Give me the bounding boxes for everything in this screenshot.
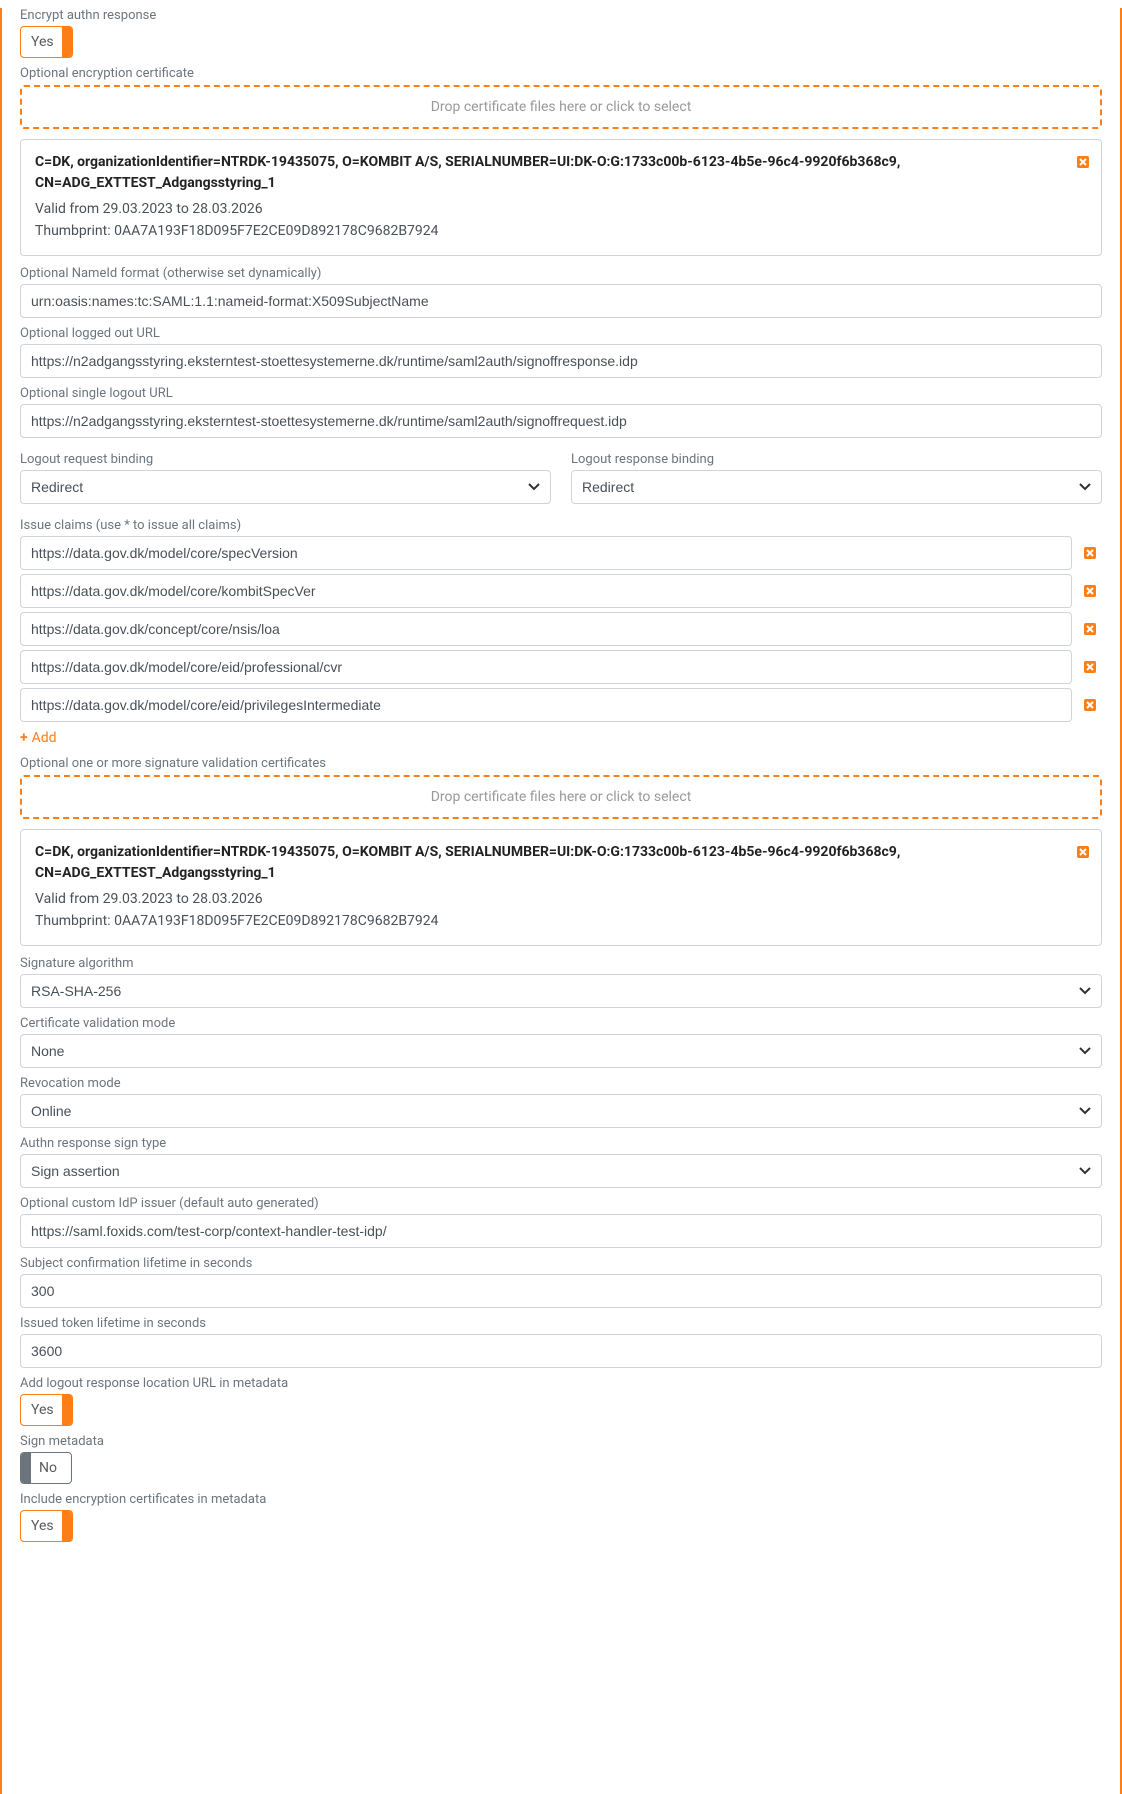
- remove-cert-icon[interactable]: [1075, 844, 1091, 860]
- toggle-value: No: [39, 1460, 57, 1476]
- toggle-value: Yes: [31, 34, 54, 50]
- custom-issuer-label: Optional custom IdP issuer (default auto…: [20, 1196, 1102, 1211]
- sign-metadata-label: Sign metadata: [20, 1434, 1102, 1449]
- remove-claim-icon[interactable]: [1082, 621, 1102, 637]
- logout-request-binding-select[interactable]: Redirect: [20, 470, 551, 504]
- claim-row: [20, 612, 1102, 646]
- toggle-knob: [62, 27, 72, 57]
- remove-claim-icon[interactable]: [1082, 659, 1102, 675]
- sig-cert-card: C=DK, organizationIdentifier=NTRDK-19435…: [20, 829, 1102, 946]
- cert-thumbprint: Thumbprint: 0AA7A193F18D095F7E2CE09D8921…: [35, 220, 1087, 242]
- claims-label: Issue claims (use * to issue all claims): [20, 518, 1102, 533]
- toggle-value: Yes: [31, 1518, 54, 1534]
- sig-algo-select[interactable]: RSA-SHA-256: [20, 974, 1102, 1008]
- claim-row: [20, 688, 1102, 722]
- logout-response-binding-label: Logout response binding: [571, 452, 1102, 467]
- logged-out-url-label: Optional logged out URL: [20, 326, 1102, 341]
- nameid-input[interactable]: [20, 284, 1102, 318]
- single-logout-url-label: Optional single logout URL: [20, 386, 1102, 401]
- claim-input[interactable]: [20, 612, 1072, 646]
- subject-lifetime-input[interactable]: [20, 1274, 1102, 1308]
- add-claim-button[interactable]: Add: [20, 730, 57, 746]
- encrypt-authn-label: Encrypt authn response: [20, 8, 1102, 23]
- claim-input[interactable]: [20, 688, 1072, 722]
- cert-validity: Valid from 29.03.2023 to 28.03.2026: [35, 198, 1087, 220]
- authn-sign-type-select[interactable]: Sign assertion: [20, 1154, 1102, 1188]
- cert-validation-select[interactable]: None: [20, 1034, 1102, 1068]
- revocation-label: Revocation mode: [20, 1076, 1102, 1091]
- remove-cert-icon[interactable]: [1075, 154, 1091, 170]
- remove-claim-icon[interactable]: [1082, 697, 1102, 713]
- sig-cert-dropzone[interactable]: Drop certificate files here or click to …: [20, 775, 1102, 819]
- claim-row: [20, 650, 1102, 684]
- subject-lifetime-label: Subject confirmation lifetime in seconds: [20, 1256, 1102, 1271]
- claim-input[interactable]: [20, 536, 1072, 570]
- remove-claim-icon[interactable]: [1082, 545, 1102, 561]
- claim-input[interactable]: [20, 574, 1072, 608]
- toggle-value: Yes: [31, 1402, 54, 1418]
- toggle-knob: [62, 1511, 72, 1541]
- cert-thumbprint: Thumbprint: 0AA7A193F18D095F7E2CE09D8921…: [35, 910, 1087, 932]
- logged-out-url-input[interactable]: [20, 344, 1102, 378]
- cert-validation-label: Certificate validation mode: [20, 1016, 1102, 1031]
- claim-row: [20, 536, 1102, 570]
- token-lifetime-label: Issued token lifetime in seconds: [20, 1316, 1102, 1331]
- remove-claim-icon[interactable]: [1082, 583, 1102, 599]
- custom-issuer-input[interactable]: [20, 1214, 1102, 1248]
- cert-subject: C=DK, organizationIdentifier=NTRDK-19435…: [35, 152, 1087, 194]
- encryption-cert-card: C=DK, organizationIdentifier=NTRDK-19435…: [20, 139, 1102, 256]
- claim-row: [20, 574, 1102, 608]
- token-lifetime-input[interactable]: [20, 1334, 1102, 1368]
- authn-sign-type-label: Authn response sign type: [20, 1136, 1102, 1151]
- cert-subject: C=DK, organizationIdentifier=NTRDK-19435…: [35, 842, 1087, 884]
- claim-input[interactable]: [20, 650, 1072, 684]
- include-enc-meta-toggle[interactable]: Yes: [20, 1510, 73, 1542]
- encryption-cert-label: Optional encryption certificate: [20, 66, 1102, 81]
- encryption-cert-dropzone[interactable]: Drop certificate files here or click to …: [20, 85, 1102, 129]
- nameid-label: Optional NameId format (otherwise set dy…: [20, 266, 1102, 281]
- toggle-knob: [62, 1395, 72, 1425]
- toggle-knob: [21, 1453, 31, 1483]
- logout-response-binding-select[interactable]: Redirect: [571, 470, 1102, 504]
- single-logout-url-input[interactable]: [20, 404, 1102, 438]
- encrypt-authn-toggle[interactable]: Yes: [20, 26, 73, 58]
- form-container: Encrypt authn response Yes Optional encr…: [0, 8, 1122, 1794]
- sig-algo-label: Signature algorithm: [20, 956, 1102, 971]
- add-logout-meta-toggle[interactable]: Yes: [20, 1394, 73, 1426]
- sig-certs-label: Optional one or more signature validatio…: [20, 756, 1102, 771]
- logout-request-binding-label: Logout request binding: [20, 452, 551, 467]
- add-logout-meta-label: Add logout response location URL in meta…: [20, 1376, 1102, 1391]
- include-enc-meta-label: Include encryption certificates in metad…: [20, 1492, 1102, 1507]
- cert-validity: Valid from 29.03.2023 to 28.03.2026: [35, 888, 1087, 910]
- sign-metadata-toggle[interactable]: No: [20, 1452, 72, 1484]
- revocation-select[interactable]: Online: [20, 1094, 1102, 1128]
